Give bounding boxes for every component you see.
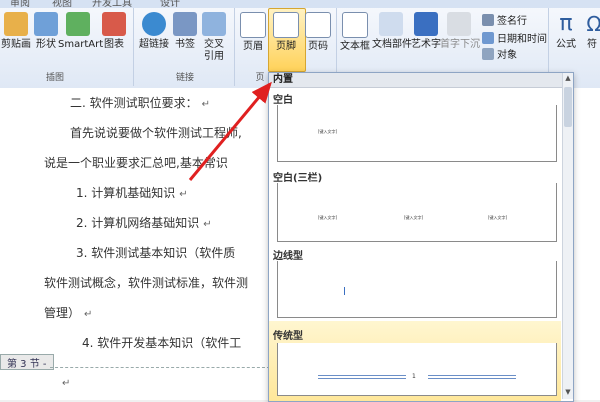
footer-option-blank[interactable]: [键入文字] — [277, 105, 557, 162]
doc-line: 管理） ↵ — [44, 306, 93, 320]
group-header-footer: 页 — [255, 73, 265, 83]
object-button[interactable]: 对象 — [482, 46, 517, 61]
paragraph-mark-icon: ↵ — [203, 219, 212, 230]
rule-left — [318, 375, 406, 379]
page-number-button[interactable]: 页码 — [304, 12, 332, 53]
doc-line: 1. 计算机基础知识 ↵ — [76, 186, 188, 200]
formula-button[interactable]: π 公式 — [552, 12, 580, 51]
cross-reference-button[interactable]: 交叉 引用 — [200, 12, 228, 63]
dropcap-icon — [447, 12, 471, 36]
paragraph-mark-icon: ↵ — [201, 99, 211, 110]
clipart-icon — [4, 12, 28, 36]
gallery-header-builtin: 内置 — [269, 73, 565, 88]
paragraph-mark-icon: ↵ — [179, 189, 188, 200]
doc-line: 首先说说要做个软件测试工程师, — [70, 126, 242, 140]
gallery-item-title: 传统型 — [273, 331, 303, 342]
doc-line: 说是一个职业要求汇总吧,基本常识 — [44, 156, 228, 170]
page-number-icon — [305, 12, 331, 38]
signature-line-button[interactable]: 签名行 — [482, 12, 527, 27]
rule-right — [428, 375, 516, 379]
hyperlink-button[interactable]: 超链接 — [136, 12, 172, 51]
gallery-scrollbar[interactable]: ▲ ▼ — [562, 73, 573, 399]
chart-icon — [102, 12, 126, 36]
footer-button[interactable]: 页脚 — [270, 12, 302, 53]
doc-line: 二. 软件测试职位要求： ↵ — [70, 96, 211, 110]
paragraph-mark-icon: ↵ — [62, 378, 71, 389]
scroll-up-icon[interactable]: ▲ — [564, 74, 572, 84]
footer-gallery-dropdown[interactable]: 内置 空白 [键入文字] 空白(三栏) [键入文字] [键入文字] [键入文字]… — [268, 72, 574, 402]
footer-icon — [273, 12, 299, 38]
page-number-dot: 1 — [412, 373, 416, 380]
group-links: 链接 — [175, 73, 194, 83]
placeholder-text: [键入文字] — [318, 215, 338, 220]
pi-icon: π — [559, 11, 573, 36]
bookmark-button[interactable]: 书签 — [172, 12, 198, 51]
doc-line: 3. 软件测试基本知识（软件质 — [76, 246, 236, 260]
globe-icon — [142, 12, 166, 36]
sideline-marker — [344, 287, 345, 295]
cross-reference-icon — [202, 12, 226, 36]
section-break-line — [50, 367, 270, 368]
paragraph-mark-icon: ↵ — [84, 309, 93, 320]
header-button[interactable]: 页眉 — [238, 12, 268, 53]
placeholder-text: [键入文字] — [488, 215, 508, 220]
smartart-button[interactable]: SmartArt — [58, 12, 103, 51]
doc-line: 4. 软件开发基本知识（软件工 — [82, 336, 242, 350]
textbox-icon — [342, 12, 368, 38]
calendar-icon — [482, 31, 494, 44]
object-icon — [482, 47, 494, 60]
quick-parts-icon — [379, 12, 403, 36]
separator — [234, 8, 235, 86]
tab-review[interactable]: 审阅 — [10, 0, 30, 8]
gallery-item-title: 边线型 — [273, 251, 303, 262]
group-illustrations: 插图 — [45, 73, 64, 83]
tab-view[interactable]: 视图 — [52, 0, 72, 8]
signature-icon — [482, 13, 494, 26]
doc-line: 2. 计算机网络基础知识 ↵ — [76, 216, 212, 230]
wordart-button[interactable]: 艺术字 — [410, 12, 442, 51]
footer-option-traditional[interactable]: 1 — [277, 343, 557, 396]
shapes-icon — [34, 12, 58, 36]
bookmark-icon — [173, 12, 197, 36]
datetime-button[interactable]: 日期和时间 — [482, 30, 547, 45]
tab-developer[interactable]: 开发工具 — [92, 0, 132, 8]
doc-line: 软件测试概念，软件测试标准，软件测 — [44, 276, 249, 290]
quick-parts-button[interactable]: 文档部件 — [372, 12, 412, 51]
wordart-icon — [414, 12, 438, 36]
section-label: 第 3 节 - — [0, 354, 54, 370]
footer-option-sideline[interactable] — [277, 261, 557, 318]
clipart-button[interactable]: 剪贴画 — [0, 12, 34, 51]
placeholder-text: [键入文字] — [318, 129, 338, 134]
dropcap-button[interactable]: 首字下沉 — [440, 12, 480, 51]
footer-option-blank-three-column[interactable]: [键入文字] [键入文字] [键入文字] — [277, 183, 557, 242]
omega-icon: Ω — [586, 12, 600, 36]
scroll-down-icon[interactable]: ▼ — [564, 388, 572, 398]
placeholder-text: [键入文字] — [404, 215, 424, 220]
smartart-icon — [66, 12, 90, 36]
gallery-item-title: 空白(三栏) — [273, 173, 323, 184]
chart-button[interactable]: 图表 — [100, 12, 128, 51]
textbox-button[interactable]: 文本框 — [338, 12, 372, 53]
gallery-item-title: 空白 — [273, 95, 293, 106]
tab-strip: 审阅 视图 开发工具 设计 — [0, 0, 600, 8]
header-icon — [240, 12, 266, 38]
symbol-button[interactable]: Ω 符 — [582, 12, 600, 51]
tab-design[interactable]: 设计 — [160, 0, 180, 8]
separator — [133, 8, 134, 86]
scrollbar-thumb[interactable] — [564, 87, 572, 127]
